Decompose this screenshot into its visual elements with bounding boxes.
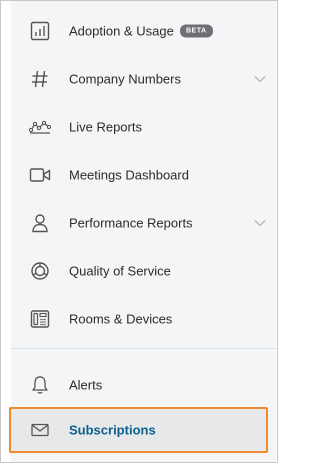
bar-chart-icon [29,20,51,42]
menu-item-meetings-dashboard[interactable]: Meetings Dashboard [11,151,276,199]
envelope-icon [29,419,51,441]
beta-badge: BETA [180,24,213,38]
app-frame: Adoption & Usage BETA Company Numbers Li… [0,0,278,463]
menu-item-label: Live Reports [69,119,142,135]
menu-item-label: Subscriptions [69,422,156,438]
menu-item-quality-of-service[interactable]: Quality of Service [11,247,276,295]
line-graph-icon [29,116,51,138]
menu-item-subscriptions[interactable]: Subscriptions [11,409,276,451]
menu-item-label: Alerts [69,377,103,393]
menu-item-adoption-usage[interactable]: Adoption & Usage BETA [11,7,276,55]
menu-item-company-numbers[interactable]: Company Numbers [11,55,276,103]
menu-item-label: Company Numbers [69,71,181,87]
menu-item-label: Meetings Dashboard [69,167,189,183]
menu-item-rooms-devices[interactable]: Rooms & Devices [11,295,276,343]
menu-item-label: Quality of Service [69,263,171,279]
chevron-down-icon[interactable] [254,219,266,227]
phone-device-icon [29,308,51,330]
quality-ring-icon [29,260,51,282]
video-camera-icon [29,164,51,186]
menu-item-alerts[interactable]: Alerts [11,361,276,409]
menu-item-label: Adoption & Usage [69,23,174,39]
person-icon [29,212,51,234]
menu-item-label: Performance Reports [69,215,193,231]
hash-icon [29,68,51,90]
chevron-down-icon[interactable] [254,75,266,83]
reports-menu: Adoption & Usage BETA Company Numbers Li… [9,1,276,462]
menu-item-performance-reports[interactable]: Performance Reports [11,199,276,247]
menu-item-live-reports[interactable]: Live Reports [11,103,276,151]
menu-divider [11,348,276,349]
menu-item-label: Rooms & Devices [69,311,173,327]
bell-icon [29,374,51,396]
